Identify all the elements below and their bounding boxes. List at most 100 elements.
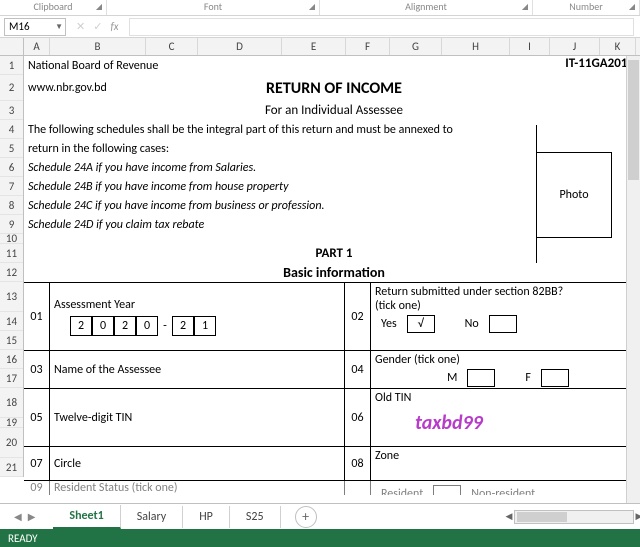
nav-next-icon: ▶ xyxy=(28,510,36,523)
row-header[interactable]: 14 xyxy=(0,312,23,331)
row-header[interactable]: 12 xyxy=(0,263,23,282)
row-header[interactable]: 15 xyxy=(0,331,23,350)
option-resident-box[interactable] xyxy=(433,485,461,495)
schedule-text: Schedule 24D if you claim tax rebate xyxy=(28,218,204,232)
row-header[interactable]: 11 xyxy=(0,244,23,263)
add-sheet-button[interactable]: + xyxy=(295,506,317,528)
row-header[interactable]: 16 xyxy=(0,350,23,369)
ribbon-group-font: Font◢ xyxy=(107,0,320,15)
row-header[interactable]: 21 xyxy=(0,458,23,477)
page-subtitle: For an Individual Assessee xyxy=(28,103,640,118)
status-text: READY xyxy=(8,532,38,545)
cell-row: www.nbr.gov.bd RETURN OF INCOME xyxy=(24,75,640,101)
field-number: 08 xyxy=(345,447,371,480)
part-title: PART 1 xyxy=(28,246,640,261)
tab-s25[interactable]: S25 xyxy=(230,506,281,528)
year-digit[interactable]: 1 xyxy=(194,316,216,336)
horizontal-scrollbar[interactable]: ◀▶ xyxy=(514,510,634,524)
field-label: Zone xyxy=(375,449,399,463)
option-f-box[interactable] xyxy=(541,369,569,387)
option-m-box[interactable] xyxy=(467,369,495,387)
col-header[interactable]: E xyxy=(282,38,346,55)
year-digit[interactable]: 0 xyxy=(136,316,158,336)
col-header[interactable]: B xyxy=(50,38,146,55)
name-box-value: M16 xyxy=(9,20,30,33)
col-header[interactable]: I xyxy=(510,38,550,55)
tab-sheet1[interactable]: Sheet1 xyxy=(53,505,120,529)
schedule-text: Schedule 24A if you have income from Sal… xyxy=(28,161,256,175)
tab-nav[interactable]: ◀▶ xyxy=(14,510,53,523)
year-dash: - xyxy=(158,316,172,336)
field-name-assessee: Name of the Assessee xyxy=(50,351,345,388)
vertical-scrollbar[interactable] xyxy=(626,56,640,503)
field-label: Gender (tick one) xyxy=(375,353,460,367)
fx-icon[interactable]: fx xyxy=(110,20,118,33)
row-header[interactable]: 4 xyxy=(0,120,23,139)
form-table: 01 Assessment Year 2 0 2 0 - 2 1 02 Ret xyxy=(24,282,640,495)
row-header[interactable]: 1 xyxy=(0,56,23,75)
cell-row: PART 1 xyxy=(24,244,640,263)
option-resident-label: Resident xyxy=(375,487,429,495)
field-number: 06 xyxy=(345,389,371,446)
col-header[interactable]: D xyxy=(198,38,282,55)
schedule-text: Schedule 24C if you have income from bus… xyxy=(28,199,325,213)
sheet-tabs: ◀▶ Sheet1 Salary HP S25 + ◀▶ xyxy=(0,503,640,529)
year-boxes: 2 0 2 0 - 2 1 xyxy=(70,316,216,336)
row-header[interactable]: 5 xyxy=(0,139,23,158)
col-header[interactable]: G xyxy=(390,38,442,55)
nav-prev-icon: ◀ xyxy=(14,510,22,523)
org-url: www.nbr.gov.bd xyxy=(28,81,107,95)
option-no-label: No xyxy=(459,317,485,331)
field-label: Assessment Year xyxy=(54,298,135,312)
row-header[interactable]: 18 xyxy=(0,388,23,418)
year-digit[interactable]: 2 xyxy=(70,316,92,336)
tab-hp[interactable]: HP xyxy=(183,506,230,528)
field-tin: Twelve-digit TIN xyxy=(50,389,345,446)
row-header[interactable]: 6 xyxy=(0,158,23,177)
col-header[interactable]: K xyxy=(600,38,636,55)
name-box[interactable]: M16 ▼ xyxy=(4,18,66,36)
col-header[interactable]: F xyxy=(346,38,390,55)
year-digit[interactable]: 2 xyxy=(114,316,136,336)
field-label: Twelve-digit TIN xyxy=(54,411,132,425)
col-header[interactable]: C xyxy=(146,38,198,55)
row-header[interactable]: 17 xyxy=(0,369,23,388)
field-label: (tick one) xyxy=(375,299,421,313)
ribbon-group-alignment: Alignment◢ xyxy=(320,0,533,15)
option-no-box[interactable] xyxy=(489,315,517,333)
col-header[interactable]: A xyxy=(24,38,50,55)
col-header[interactable]: J xyxy=(550,38,600,55)
cancel-icon: ✕ xyxy=(76,20,85,33)
field-label: Name of the Assessee xyxy=(54,363,161,377)
year-digit[interactable]: 0 xyxy=(92,316,114,336)
year-digit[interactable]: 2 xyxy=(172,316,194,336)
field-resident-status: Resident Status (tick one) xyxy=(50,481,345,495)
schedule-text: Schedule 24B if you have income from hou… xyxy=(28,180,288,194)
intro-text: return in the following cases: xyxy=(28,142,169,156)
field-number: 09 xyxy=(24,481,50,495)
formula-bar[interactable] xyxy=(129,18,634,36)
row-header[interactable]: 8 xyxy=(0,196,23,215)
watermark-text: taxbd99 xyxy=(375,405,483,435)
row-header[interactable]: 20 xyxy=(0,428,23,458)
row-header[interactable]: 2 xyxy=(0,75,23,101)
row-header[interactable]: 13 xyxy=(0,282,23,312)
col-header[interactable]: H xyxy=(442,38,510,55)
tab-salary[interactable]: Salary xyxy=(121,506,183,528)
row-header[interactable]: 10 xyxy=(0,234,23,244)
field-number: 07 xyxy=(24,447,50,480)
row-header[interactable]: 3 xyxy=(0,101,23,120)
scrollbar-thumb[interactable] xyxy=(517,512,567,522)
page-title: RETURN OF INCOME xyxy=(28,79,640,98)
chevron-down-icon[interactable]: ▼ xyxy=(55,22,65,32)
field-gender: Gender (tick one) M F xyxy=(371,351,640,388)
field-assessment-year: Assessment Year 2 0 2 0 - 2 1 xyxy=(50,283,345,350)
section-title: Basic information xyxy=(28,264,640,281)
scrollbar-thumb[interactable] xyxy=(628,60,639,180)
row-header[interactable]: 19 xyxy=(0,418,23,428)
row-header[interactable]: 7 xyxy=(0,177,23,196)
intro-text: The following schedules shall be the int… xyxy=(28,123,453,137)
option-yes-box[interactable]: √ xyxy=(407,315,435,333)
form-code: IT-11GA2016 xyxy=(565,56,634,71)
field-old-tin: Old TIN taxbd99 xyxy=(371,389,640,446)
